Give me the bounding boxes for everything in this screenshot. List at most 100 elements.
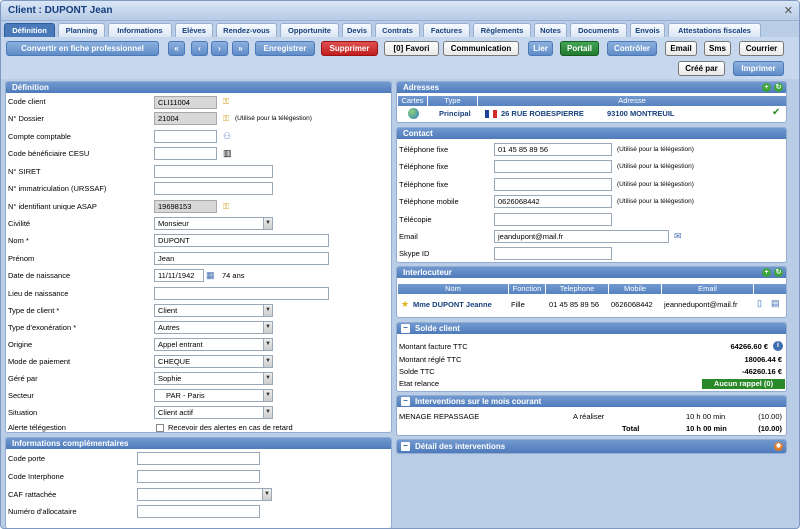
chevron-down-icon: ▼ xyxy=(263,407,272,418)
interphone-field[interactable] xyxy=(137,470,260,483)
chevron-down-icon: ▼ xyxy=(263,339,272,350)
email-button[interactable]: Email xyxy=(665,41,697,56)
cesu-field[interactable] xyxy=(154,147,217,160)
siret-field[interactable] xyxy=(154,165,273,178)
sms-button[interactable]: Sms xyxy=(704,41,731,56)
collapse-icon[interactable]: − xyxy=(401,397,410,406)
delete-button[interactable]: Supprimer xyxy=(321,41,378,56)
compte-field[interactable] xyxy=(154,130,217,143)
globe-icon[interactable] xyxy=(408,108,419,119)
paiement-select[interactable]: CHEQUE ▼ xyxy=(154,355,273,368)
lieu-field[interactable] xyxy=(154,287,329,300)
tab-2[interactable]: Informations xyxy=(108,23,172,37)
urssaf-field[interactable] xyxy=(154,182,273,195)
convert-button[interactable]: Convertir en fiche professionnel xyxy=(6,41,159,56)
last-record-button[interactable]: » xyxy=(232,41,249,56)
tab-7[interactable]: Contrats xyxy=(375,23,420,37)
etat-relance-label: Etat relance xyxy=(399,379,440,388)
cree-par-button[interactable]: Créé par xyxy=(678,61,725,76)
naissance-field[interactable]: 11/11/1942 xyxy=(154,269,204,282)
favori-button[interactable]: [0] Favori xyxy=(384,41,439,56)
definition-panel: Définition Code client CLI11004 ⚿ N° Dos… xyxy=(5,81,392,433)
star-icon[interactable]: ★ xyxy=(401,299,409,309)
barcode-icon[interactable]: ▥ xyxy=(223,148,232,158)
communication-button[interactable]: Communication xyxy=(443,41,519,56)
tel-fixe-field[interactable]: 01 45 85 89 56 xyxy=(494,143,612,156)
montant-regle-value: 18006.44 € xyxy=(744,355,782,364)
collapse-icon[interactable]: − xyxy=(401,442,410,451)
tab-3[interactable]: Elèves xyxy=(175,23,213,37)
info-icon[interactable]: i xyxy=(773,341,783,351)
tab-6[interactable]: Devis xyxy=(342,23,372,37)
intervention-montant: (10.00) xyxy=(758,412,782,421)
secteur-select[interactable]: PAR - Paris ▼ xyxy=(154,389,273,402)
phone-icon[interactable]: ▯ xyxy=(757,298,762,308)
exoneration-select[interactable]: Autres ▼ xyxy=(154,321,273,334)
cesu-label: Code bénéficiaire CESU xyxy=(8,149,90,158)
refresh-icon[interactable]: ↻ xyxy=(774,268,783,277)
tab-12[interactable]: Envois xyxy=(630,23,665,37)
prenom-field[interactable]: Jean xyxy=(154,252,329,265)
skype-field[interactable] xyxy=(494,247,612,260)
email-field[interactable]: jeandupont@mail.fr xyxy=(494,230,669,243)
tab-10[interactable]: Notes xyxy=(534,23,567,37)
tab-8[interactable]: Factures xyxy=(423,23,470,37)
add-icon[interactable]: + xyxy=(762,83,771,92)
tab-11[interactable]: Documents xyxy=(570,23,627,37)
mobile-field[interactable]: 0626068442 xyxy=(494,195,612,208)
type-client-select[interactable]: Client ▼ xyxy=(154,304,273,317)
intervention-statut: A réaliser xyxy=(573,412,605,421)
lier-button[interactable]: Lier xyxy=(528,41,553,56)
tel-fixe3-field[interactable] xyxy=(494,178,612,191)
contact-title: Contact xyxy=(403,129,433,138)
portail-button[interactable]: Portail xyxy=(560,41,599,56)
refresh-icon[interactable]: ↻ xyxy=(774,83,783,92)
asap-label: N° identifiant unique ASAP xyxy=(8,202,97,211)
interlocuteur-nom[interactable]: Mme DUPONT Jeanne xyxy=(413,300,492,310)
alerte-checkbox[interactable] xyxy=(156,424,164,432)
tab-1[interactable]: Planning xyxy=(58,23,105,37)
gere-par-label: Géré par xyxy=(8,374,38,383)
origine-select[interactable]: Appel entrant ▼ xyxy=(154,338,273,351)
previous-record-button[interactable]: ‹ xyxy=(191,41,208,56)
tab-5[interactable]: Opportunite xyxy=(280,23,339,37)
tab-0[interactable]: Définition xyxy=(4,23,55,37)
key-icon[interactable]: ⚿ xyxy=(223,203,233,211)
civilite-select[interactable]: Monsieur ▼ xyxy=(154,217,273,230)
card-icon[interactable]: ▤ xyxy=(771,298,780,308)
first-record-button[interactable]: « xyxy=(168,41,185,56)
caf-select[interactable]: ▼ xyxy=(137,488,272,501)
send-mail-icon[interactable]: ✉ xyxy=(674,231,682,241)
origine-label: Origine xyxy=(8,340,33,349)
controler-button[interactable]: Contrôler xyxy=(607,41,657,56)
print-button[interactable]: Imprimer xyxy=(733,61,784,76)
key-icon[interactable]: ⚿ xyxy=(223,98,233,106)
fax-label: Télécopie xyxy=(399,215,432,224)
tel-fixe3-note: (Utilisé pour la télégestion) xyxy=(617,181,694,188)
situation-value: Client actif xyxy=(158,408,194,417)
next-record-button[interactable]: › xyxy=(211,41,228,56)
courrier-button[interactable]: Courrier xyxy=(739,41,784,56)
close-icon[interactable]: ✕ xyxy=(784,4,793,17)
tel-fixe2-field[interactable] xyxy=(494,160,612,173)
detail-icon[interactable]: ✸ xyxy=(774,442,783,451)
nom-field[interactable]: DUPONT xyxy=(154,234,329,247)
calendar-icon[interactable]: ▦ xyxy=(206,270,215,280)
chevron-down-icon: ▼ xyxy=(263,390,272,401)
solde-ttc-value: -46260.16 € xyxy=(741,367,782,376)
situation-select[interactable]: Client actif ▼ xyxy=(154,406,273,419)
tab-9[interactable]: Règlements xyxy=(473,23,531,37)
fax-field[interactable] xyxy=(494,213,612,226)
allocataire-field[interactable] xyxy=(137,505,260,518)
save-button[interactable]: Enregistrer xyxy=(255,41,315,56)
collapse-icon[interactable]: − xyxy=(401,324,410,333)
intervention-duree: 10 h 00 min xyxy=(686,412,726,421)
add-icon[interactable]: + xyxy=(762,268,771,277)
code-porte-field[interactable] xyxy=(137,452,260,465)
user-icon[interactable]: ⚇ xyxy=(223,131,231,141)
tab-4[interactable]: Rendez-vous xyxy=(216,23,277,37)
gere-par-select[interactable]: Sophie ▼ xyxy=(154,372,273,385)
type-client-value: Client xyxy=(158,306,178,315)
tab-13[interactable]: Attestations fiscales xyxy=(668,23,761,37)
key-icon[interactable]: ⚿ xyxy=(223,115,233,123)
